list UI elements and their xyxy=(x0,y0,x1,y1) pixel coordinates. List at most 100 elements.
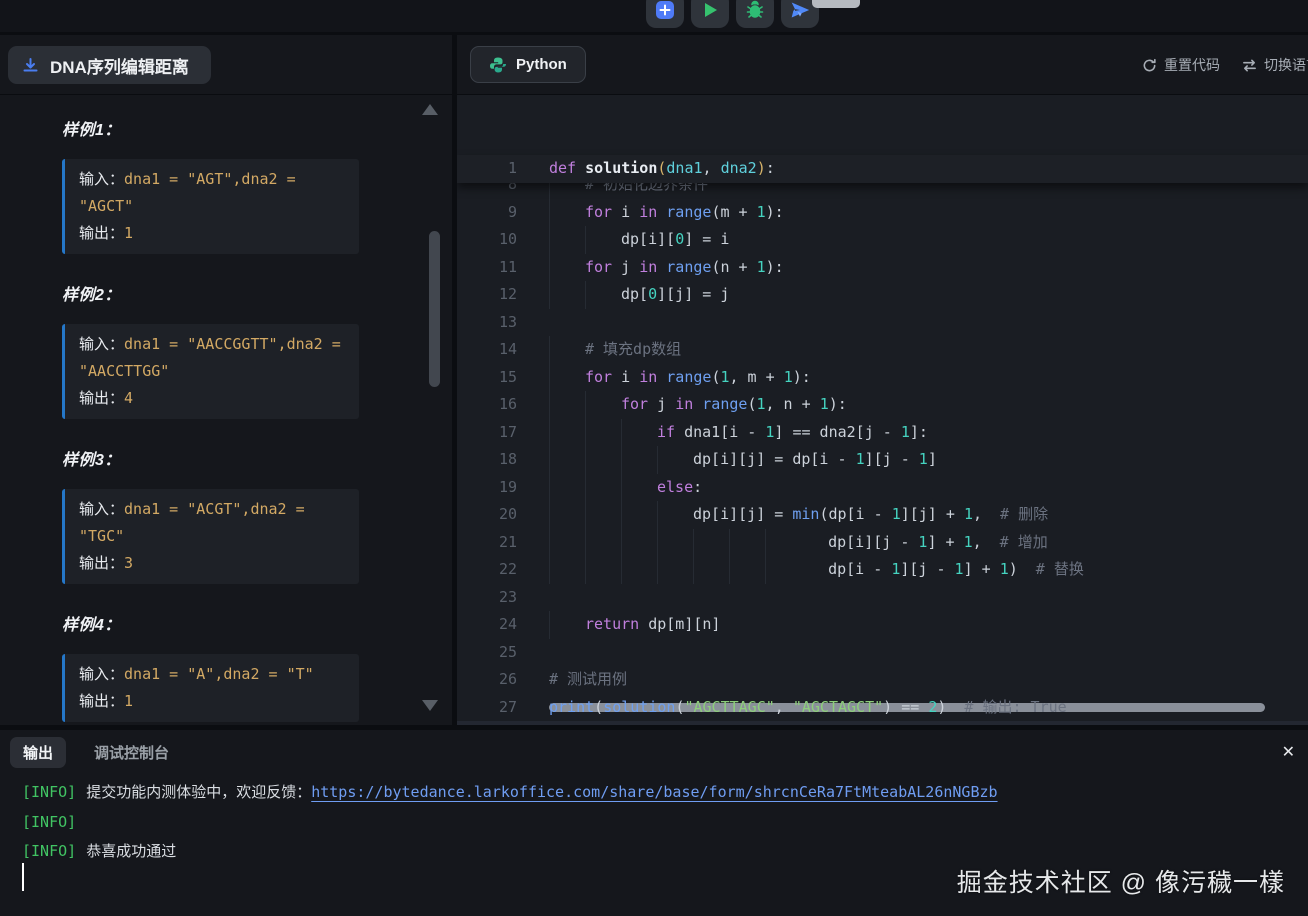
sample-heading: 样例1： xyxy=(62,116,452,140)
code-line-19[interactable]: 19else: xyxy=(457,474,1308,502)
bug-icon xyxy=(745,0,765,20)
line-number: 21 xyxy=(457,529,517,557)
download-icon xyxy=(22,57,39,74)
code-line-23[interactable]: 23 xyxy=(457,584,1308,612)
code-line-18[interactable]: 18 dp[i][j] = dp[i - 1][j - 1] xyxy=(457,446,1308,474)
line-number: 20 xyxy=(457,501,517,529)
sample-output-label: 输出： xyxy=(79,555,124,572)
code-line-12[interactable]: 12dp[0][j] = j xyxy=(457,281,1308,309)
log-line: [INFO]恭喜成功通过 xyxy=(22,837,998,867)
sample-input-label: 输入： xyxy=(79,501,124,518)
swap-arrows-icon xyxy=(1242,58,1257,73)
code-line-17[interactable]: 17if dna1[i - 1] == dna2[j - 1]: xyxy=(457,419,1308,447)
indent-guide xyxy=(621,474,657,502)
run-button[interactable] xyxy=(691,0,729,28)
code-line-21[interactable]: 21 dp[i][j - 1] + 1, # 增加 xyxy=(457,529,1308,557)
code-line-28[interactable]: 28print(solution("AGCCGAGC", "GCTAGCT") … xyxy=(457,721,1308,725)
code-text: for i in range(1, m + 1): xyxy=(549,364,811,392)
indent-guide xyxy=(657,529,693,557)
line-number: 23 xyxy=(457,584,517,612)
code-line-20[interactable]: 20 dp[i][j] = min(dp[i - 1][j] + 1, # 删除 xyxy=(457,501,1308,529)
code-text: dp[i][j] = min(dp[i - 1][j] + 1, # 删除 xyxy=(549,501,1048,529)
line-number: 25 xyxy=(457,639,517,667)
code-text: for i in range(m + 1): xyxy=(549,199,784,227)
code-line-9[interactable]: 9 for i in range(m + 1): xyxy=(457,199,1308,227)
feedback-link[interactable]: https://bytedance.larkoffice.com/share/b… xyxy=(311,783,997,801)
indent-guide xyxy=(621,501,657,529)
code-line-25[interactable]: 25 xyxy=(457,639,1308,667)
language-tab-label: Python xyxy=(516,56,567,73)
code-line-1[interactable]: 1 def solution(dna1, dna2): xyxy=(457,155,1308,183)
line-number: 18 xyxy=(457,446,517,474)
add-button[interactable] xyxy=(646,0,684,28)
code-editor[interactable]: 8# 初始化边界条件9for i in range(m + 1):10dp[i]… xyxy=(457,95,1308,725)
sample-output-value: 1 xyxy=(124,692,133,710)
python-icon xyxy=(489,56,507,74)
indent-guide xyxy=(549,254,585,282)
code-text: print(solution("AGCCGAGC", "GCTAGCT") ==… xyxy=(549,721,1058,725)
output-panel: 输出 调试控制台 ✕ [INFO]提交功能内测体验中，欢迎反馈：https://… xyxy=(0,730,1308,916)
sample-output-label: 输出： xyxy=(79,390,124,407)
indent-guide xyxy=(585,391,621,419)
sample-input-label: 输入： xyxy=(79,336,124,353)
debug-button[interactable] xyxy=(736,0,774,28)
log-tag: [INFO] xyxy=(22,783,76,801)
close-icon[interactable]: ✕ xyxy=(1282,742,1295,762)
code-line-13[interactable]: 13 xyxy=(457,309,1308,337)
line-number: 14 xyxy=(457,336,517,364)
code-line-10[interactable]: 10dp[i][0] = i xyxy=(457,226,1308,254)
indent-guide xyxy=(657,501,693,529)
scroll-up-arrow[interactable] xyxy=(422,104,438,115)
code-text: dp[i][j] = dp[i - 1][j - 1] xyxy=(549,446,937,474)
plus-square-icon xyxy=(655,0,675,20)
indent-guide xyxy=(549,281,585,309)
sample-input-label: 输入： xyxy=(79,171,124,188)
indent-guide xyxy=(693,556,729,584)
code-text: def solution(dna1, dna2): xyxy=(549,155,775,183)
indent-guide xyxy=(549,199,585,227)
play-icon xyxy=(700,0,720,20)
switch-language-button[interactable]: 切换语言 xyxy=(1242,55,1308,75)
code-text: if dna1[i - 1] == dna2[j - 1]: xyxy=(549,419,928,447)
text-caret xyxy=(22,863,24,891)
code-line-27[interactable]: 27print(solution("AGCTTAGC", "AGCTAGCT")… xyxy=(457,694,1308,722)
indent-guide xyxy=(585,226,621,254)
indent-guide xyxy=(657,556,693,584)
line-number: 16 xyxy=(457,391,517,419)
indent-guide xyxy=(621,419,657,447)
log-tag: [INFO] xyxy=(22,813,76,831)
line-number: 22 xyxy=(457,556,517,584)
code-text: dp[i - 1][j - 1] + 1) # 替换 xyxy=(549,556,1084,584)
scroll-down-arrow[interactable] xyxy=(422,700,438,711)
code-text: for j in range(1, n + 1): xyxy=(549,391,847,419)
line-number: 1 xyxy=(457,155,517,183)
tab-debug-console[interactable]: 调试控制台 xyxy=(94,742,169,763)
code-text: dp[i][0] = i xyxy=(549,226,729,254)
indent-guide xyxy=(621,529,657,557)
code-line-16[interactable]: 16 for j in range(1, n + 1): xyxy=(457,391,1308,419)
code-text: dp[0][j] = j xyxy=(549,281,729,309)
sticky-line[interactable]: 1 def solution(dna1, dna2): xyxy=(457,155,1308,183)
left-scrollbar-thumb[interactable] xyxy=(429,231,440,387)
log-tag: [INFO] xyxy=(22,842,76,860)
line-number: 11 xyxy=(457,254,517,282)
language-tab[interactable]: Python xyxy=(470,46,586,83)
code-text: for j in range(n + 1): xyxy=(549,254,784,282)
indent-guide xyxy=(585,419,621,447)
code-line-15[interactable]: 15for i in range(1, m + 1): xyxy=(457,364,1308,392)
indent-guide xyxy=(549,391,585,419)
code-line-14[interactable]: 14# 填充dp数组 xyxy=(457,336,1308,364)
output-tabs: 输出 调试控制台 xyxy=(10,737,169,768)
log-line: [INFO] xyxy=(22,808,998,838)
code-line-26[interactable]: 26# 测试用例 xyxy=(457,666,1308,694)
line-number: 9 xyxy=(457,199,517,227)
code-line-11[interactable]: 11 for j in range(n + 1): xyxy=(457,254,1308,282)
problem-content: 样例1： 输入：dna1 = "AGT",dna2 = "AGCT" 输出：1 … xyxy=(0,96,452,725)
code-line-22[interactable]: 22 dp[i - 1][j - 1] + 1) # 替换 xyxy=(457,556,1308,584)
problem-title-button[interactable]: DNA序列编辑距离 xyxy=(8,46,211,84)
tab-output[interactable]: 输出 xyxy=(10,737,66,768)
line-number: 19 xyxy=(457,474,517,502)
reset-code-label: 重置代码 xyxy=(1164,55,1220,75)
reset-code-button[interactable]: 重置代码 xyxy=(1142,55,1220,75)
code-line-24[interactable]: 24return dp[m][n] xyxy=(457,611,1308,639)
